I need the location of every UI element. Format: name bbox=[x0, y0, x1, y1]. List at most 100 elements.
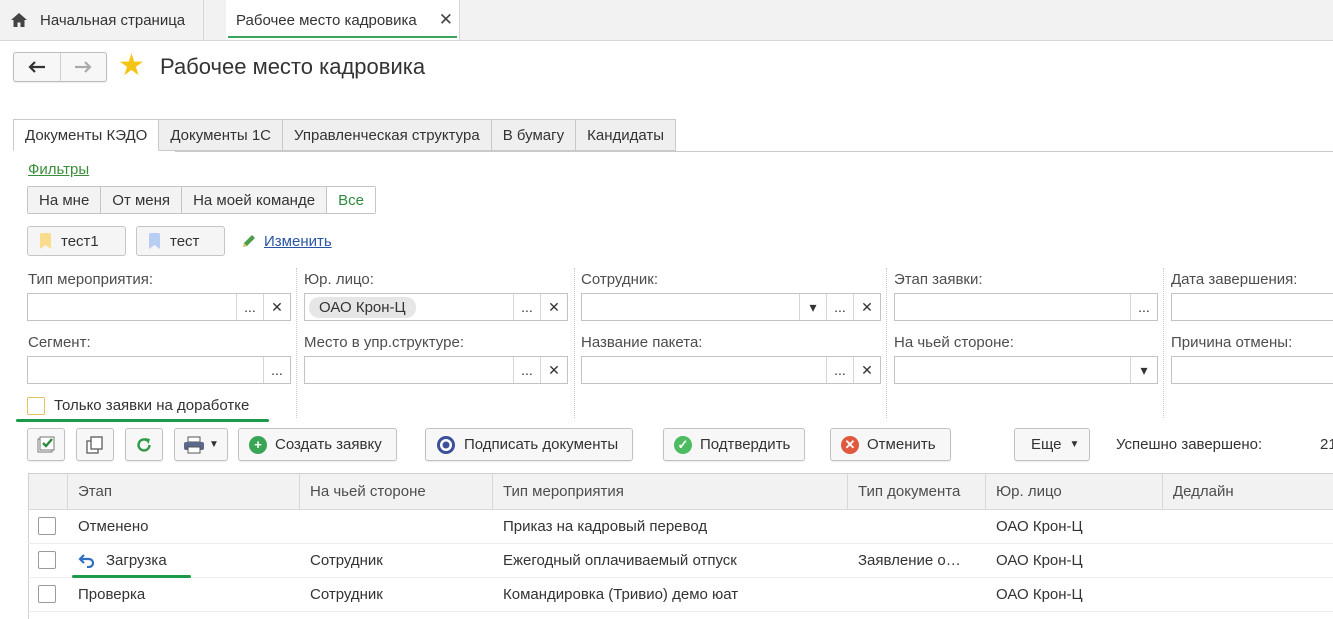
clear-icon[interactable]: ✕ bbox=[540, 357, 567, 383]
segment-on-me[interactable]: На мне bbox=[28, 187, 102, 213]
home-tab-label: Начальная страница bbox=[40, 11, 186, 29]
table-row[interactable]: Проверка Сотрудник Командировка (Тривио)… bbox=[28, 577, 1333, 612]
table-row[interactable]: Загрузка Сотрудник Ежегодный оплачиваемы… bbox=[28, 543, 1333, 578]
column-header[interactable]: На чьей стороне bbox=[299, 474, 492, 509]
org-place-label: Место в упр.структуре: bbox=[304, 334, 464, 351]
column-header[interactable]: Дедлайн bbox=[1162, 474, 1333, 509]
tab-to-paper[interactable]: В бумагу bbox=[491, 119, 577, 151]
table-row[interactable]: Отменено Приказ на кадровый перевод ОАО … bbox=[28, 509, 1333, 544]
dropdown-arrow-icon[interactable]: ▾ bbox=[1130, 357, 1157, 383]
org-place-field[interactable]: ... ✕ bbox=[304, 356, 568, 384]
side-cell: Сотрудник bbox=[310, 551, 383, 569]
more-button[interactable]: Еще ▼ bbox=[1014, 428, 1091, 461]
side-cell bbox=[299, 509, 492, 543]
tab-kedo-documents[interactable]: Документы КЭДО bbox=[13, 119, 160, 151]
stage-cell-wrap: Загрузка bbox=[67, 543, 299, 577]
create-request-button[interactable]: + Создать заявку bbox=[238, 428, 397, 461]
doc-type-cell: Заявление о… bbox=[858, 551, 961, 569]
end-date-value bbox=[1172, 294, 1333, 320]
request-stage-field[interactable]: ... bbox=[894, 293, 1158, 321]
saved-filter-chip[interactable]: тест1 bbox=[27, 226, 126, 256]
segment-field[interactable]: ... bbox=[27, 356, 291, 384]
select-all-button[interactable] bbox=[27, 428, 65, 461]
select-button[interactable]: ... bbox=[513, 357, 540, 383]
event-type-field[interactable]: ... ✕ bbox=[27, 293, 291, 321]
select-button[interactable]: ... bbox=[826, 357, 853, 383]
select-button[interactable]: ... bbox=[826, 294, 853, 320]
select-button[interactable]: ... bbox=[513, 294, 540, 320]
request-stage-label: Этап заявки: bbox=[894, 271, 983, 288]
scope-segmented-control: На мне От меня На моей команде Все bbox=[27, 186, 376, 214]
select-button[interactable]: ... bbox=[1130, 294, 1157, 320]
column-separator bbox=[296, 268, 297, 418]
segment-from-me[interactable]: От меня bbox=[101, 187, 183, 213]
legal-entity-value-wrap: ОАО Крон-Ц bbox=[305, 294, 513, 320]
forward-button[interactable] bbox=[61, 53, 107, 81]
sign-documents-button[interactable]: Подписать документы bbox=[425, 428, 634, 461]
column-header[interactable]: Тип документа bbox=[847, 474, 985, 509]
event-cell: Командировка (Тривио) демо юат bbox=[503, 585, 739, 603]
only-rework-checkbox[interactable] bbox=[27, 397, 45, 415]
row-checkbox[interactable] bbox=[38, 517, 56, 535]
end-date-field[interactable] bbox=[1171, 293, 1333, 321]
row-checkbox[interactable] bbox=[38, 551, 56, 569]
refresh-button[interactable] bbox=[125, 428, 163, 461]
tab-1c-documents[interactable]: Документы 1С bbox=[159, 119, 284, 151]
column-header[interactable]: Юр. лицо bbox=[985, 474, 1162, 509]
filters-link[interactable]: Фильтры bbox=[28, 161, 89, 178]
saved-filter-chip[interactable]: тест bbox=[136, 226, 225, 256]
favorite-star-icon[interactable]: ★ bbox=[118, 50, 145, 82]
active-tab[interactable]: Рабочее место кадровика ✕ bbox=[226, 0, 460, 40]
printer-icon bbox=[184, 436, 204, 453]
deadline-cell bbox=[1162, 577, 1333, 611]
tab-candidates[interactable]: Кандидаты bbox=[576, 119, 677, 151]
clear-icon[interactable]: ✕ bbox=[540, 294, 567, 320]
home-tab[interactable]: Начальная страница bbox=[0, 0, 205, 40]
confirm-button[interactable]: ✓ Подтвердить bbox=[663, 428, 806, 461]
close-tab-icon[interactable]: ✕ bbox=[439, 10, 453, 30]
tab-management-structure[interactable]: Управленческая структура bbox=[283, 119, 492, 151]
segment-label: Сегмент: bbox=[28, 334, 91, 351]
event-type-value bbox=[28, 294, 236, 320]
only-rework-label: Только заявки на доработке bbox=[54, 397, 250, 414]
arrow-right-icon bbox=[75, 61, 92, 73]
tab-underline bbox=[175, 151, 1333, 152]
check-circle-icon: ✓ bbox=[674, 435, 692, 454]
cancel-button[interactable]: ✕ Отменить bbox=[830, 428, 951, 461]
arrow-left-icon bbox=[28, 61, 45, 73]
event-cell: Приказ на кадровый перевод bbox=[503, 517, 708, 535]
segment-my-team[interactable]: На моей команде bbox=[182, 187, 328, 213]
employee-label: Сотрудник: bbox=[581, 271, 659, 288]
copy-icon bbox=[86, 435, 103, 454]
clear-icon[interactable]: ✕ bbox=[853, 357, 880, 383]
home-icon bbox=[11, 13, 27, 27]
form-tabs: Документы КЭДО Документы 1С Управленческ… bbox=[13, 119, 677, 151]
print-button[interactable]: ▼ bbox=[174, 428, 228, 461]
side-cell: Сотрудник bbox=[310, 585, 383, 603]
chip-label: тест1 bbox=[61, 232, 99, 250]
refresh-icon bbox=[137, 437, 151, 452]
cancel-reason-field[interactable] bbox=[1171, 356, 1333, 384]
employee-field[interactable]: ▾ ... ✕ bbox=[581, 293, 881, 321]
row-checkbox-cell bbox=[38, 509, 67, 543]
copy-button[interactable] bbox=[76, 428, 114, 461]
clear-icon[interactable]: ✕ bbox=[263, 294, 290, 320]
change-filters-link[interactable]: Изменить bbox=[240, 232, 332, 250]
pencil-icon bbox=[243, 235, 255, 247]
select-button[interactable]: ... bbox=[236, 294, 263, 320]
select-button[interactable]: ... bbox=[263, 357, 290, 383]
row-checkbox-cell bbox=[38, 577, 67, 611]
legal-entity-label: Юр. лицо: bbox=[304, 271, 374, 288]
package-name-field[interactable]: ... ✕ bbox=[581, 356, 881, 384]
whose-side-field[interactable]: ▾ bbox=[894, 356, 1158, 384]
column-header[interactable]: Тип мероприятия bbox=[492, 474, 847, 509]
column-header[interactable]: Этап bbox=[67, 474, 299, 509]
segment-all[interactable]: Все bbox=[327, 187, 375, 213]
row-checkbox[interactable] bbox=[38, 585, 56, 603]
dropdown-arrow-icon[interactable]: ▾ bbox=[799, 294, 826, 320]
clear-icon[interactable]: ✕ bbox=[853, 294, 880, 320]
back-button[interactable] bbox=[14, 53, 61, 81]
bookmark-icon bbox=[40, 233, 51, 249]
legal-entity-field[interactable]: ОАО Крон-Ц ... ✕ bbox=[304, 293, 568, 321]
legal-entity-value[interactable]: ОАО Крон-Ц bbox=[309, 296, 416, 318]
